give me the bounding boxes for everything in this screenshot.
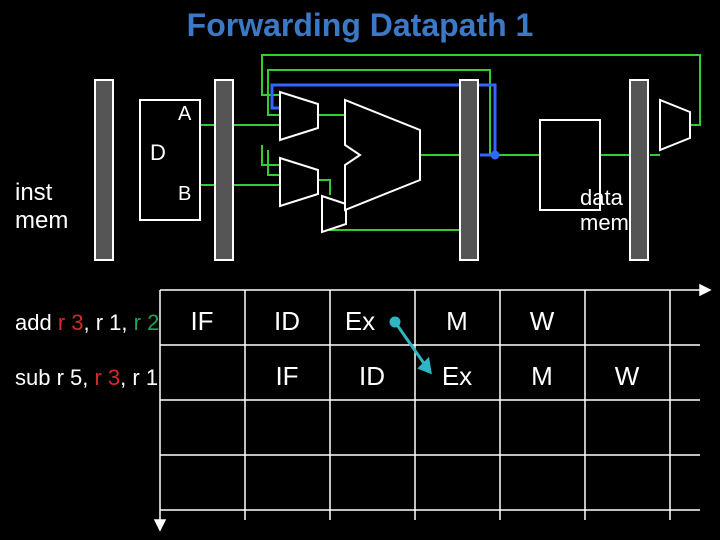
svg-text:ID: ID [274, 306, 300, 336]
data-mem-label1: data [580, 185, 624, 210]
svg-text:M: M [531, 361, 553, 391]
reg-ex-mem [460, 80, 478, 260]
decode-box: D A B [140, 100, 200, 220]
reg-mem-wb [630, 80, 648, 260]
label-D: D [150, 140, 166, 165]
inst-mem-label2: mem [15, 207, 68, 234]
instr-row2: sub r 5, r 3, r 1 [15, 365, 158, 390]
svg-text:M: M [446, 306, 468, 336]
label-A: A [178, 103, 192, 125]
svg-text:IF: IF [275, 361, 298, 391]
svg-text:ID: ID [359, 361, 385, 391]
data-mem-label2: mem [580, 210, 629, 235]
page-title: Forwarding Datapath 1 [187, 7, 534, 43]
reg-if-id [95, 80, 113, 260]
label-B: B [178, 183, 191, 205]
svg-text:IF: IF [190, 306, 213, 336]
svg-text:Ex: Ex [345, 306, 375, 336]
instr-row1: add r 3, r 1, r 2 [15, 310, 159, 335]
svg-text:W: W [615, 361, 640, 391]
svg-text:W: W [530, 306, 555, 336]
inst-mem-label1: inst [15, 179, 53, 206]
svg-text:Ex: Ex [442, 361, 472, 391]
reg-id-ex [215, 80, 233, 260]
